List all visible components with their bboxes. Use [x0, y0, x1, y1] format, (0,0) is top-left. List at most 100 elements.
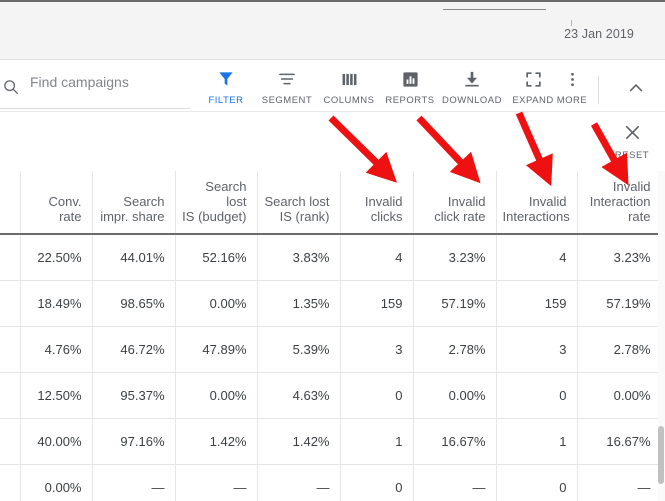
cell-clipped-column: 5 — [0, 418, 21, 465]
cell-invalid-clicks: 159 — [340, 280, 414, 327]
close-icon — [622, 125, 643, 147]
cell-invalid-clicks: 0 — [340, 372, 414, 419]
cell-clipped-column: 9 — [0, 280, 21, 327]
cell-invalid-interaction-rate: 57.19% — [577, 280, 662, 327]
chart-date-label: 23 Jan 2019 — [564, 27, 634, 41]
table-scrollbar-thumb[interactable] — [658, 426, 664, 484]
arrow-invalid-click-rate — [416, 115, 481, 184]
cell-invalid-interactions: 1 — [496, 418, 578, 465]
column-header-invalid-interaction-rate[interactable]: Invalid Interaction rate — [577, 171, 662, 235]
column-header-clipped[interactable]: v. — [0, 171, 21, 235]
cell-clipped-column: 2 — [0, 234, 21, 281]
column-header-search-lost-is-budget[interactable]: Search lost IS (budget) — [175, 171, 258, 235]
cell-clipped-text: 9 — [0, 296, 19, 311]
cell-invalid-interactions: 0 — [496, 372, 578, 419]
cell-invalid-clicks: 3 — [340, 326, 414, 373]
cell-invalid-clicks: 0 — [340, 464, 414, 501]
cell-invalid-interaction-rate: 0.00% — [577, 372, 662, 419]
cell-invalid-interaction-rate: 3.23% — [577, 234, 662, 281]
cell-invalid-interaction-rate: — — [577, 464, 662, 501]
cell-invalid-interactions: 159 — [496, 280, 578, 327]
cell-invalid-interaction-rate: 16.67% — [577, 418, 662, 465]
cell-conv-rate: 22.50% — [20, 234, 93, 281]
cell-search-impr-share: 46.72% — [92, 326, 176, 373]
cell-conv-rate: 0.00% — [20, 464, 93, 501]
toolbar-divider-bottom — [0, 111, 665, 112]
cell-search-lost-is-rank: 3.83% — [257, 234, 341, 281]
more-vert-icon — [546, 66, 598, 92]
campaigns-table-container[interactable]: v. Conv. rate Searchimpr. share Search l… — [0, 171, 665, 501]
table-row[interactable]: 540.00%97.16%1.42%1.42%116.67%116.67% — [0, 418, 662, 465]
more-button-label: MORE — [556, 95, 588, 106]
arrow-invalid-clicks — [328, 115, 397, 183]
cell-invalid-click-rate: 2.78% — [413, 326, 497, 373]
campaigns-table: v. Conv. rate Searchimpr. share Search l… — [0, 171, 662, 501]
cell-invalid-interaction-rate: 2.78% — [577, 326, 662, 373]
cell-search-lost-is-budget: — — [175, 464, 258, 501]
cell-search-impr-share: 97.16% — [92, 418, 176, 465]
column-header-conv-rate[interactable]: Conv. rate — [20, 171, 93, 235]
cell-search-impr-share: 98.65% — [92, 280, 176, 327]
cell-invalid-interactions: 0 — [496, 464, 578, 501]
cell-invalid-click-rate: 57.19% — [413, 280, 497, 327]
chart-axis-line — [443, 9, 546, 10]
cell-clipped-column: 0 — [0, 464, 21, 501]
arrow-invalid-interactions — [515, 111, 553, 187]
column-header-search-impr-share[interactable]: Search impr. share — [92, 171, 176, 235]
table-row[interactable]: 918.49%98.65%0.00%1.35%15957.19%15957.19… — [0, 280, 662, 327]
column-header-invalid-clicks[interactable]: Invalid clicks — [340, 171, 414, 235]
cell-clipped-text: 0 — [0, 480, 19, 495]
table-toolbar: FILTER SEGMENT — [0, 60, 665, 112]
cell-clipped-text: 5 — [0, 434, 19, 449]
search-underline — [0, 108, 190, 109]
cell-invalid-clicks: 1 — [340, 418, 414, 465]
cell-conv-rate: 12.50% — [20, 372, 93, 419]
cell-conv-rate: 40.00% — [20, 418, 93, 465]
table-vertical-scrollbar[interactable] — [658, 171, 665, 501]
reset-button[interactable]: RESET — [606, 122, 658, 161]
cell-search-lost-is-rank: 5.39% — [257, 326, 341, 373]
cell-invalid-interactions: 4 — [496, 234, 578, 281]
cell-invalid-click-rate: — — [413, 464, 497, 501]
cell-clipped-column: 1 — [0, 326, 21, 373]
cell-search-lost-is-rank: 1.42% — [257, 418, 341, 465]
toolbar-divider — [598, 76, 599, 104]
table-row[interactable]: 712.50%95.37%0.00%4.63%00.00%00.00% — [0, 372, 662, 419]
cell-invalid-interactions: 3 — [496, 326, 578, 373]
chart-summary-strip: 23 Jan 2019 — [0, 0, 665, 60]
cell-search-lost-is-budget: 0.00% — [175, 372, 258, 419]
cell-conv-rate: 18.49% — [20, 280, 93, 327]
column-header-search-lost-is-rank[interactable]: Search lost IS (rank) — [257, 171, 341, 235]
cell-invalid-clicks: 4 — [340, 234, 414, 281]
chart-axis-tick — [571, 20, 572, 26]
cell-clipped-text: 2 — [0, 250, 19, 265]
cell-search-lost-is-budget: 1.42% — [175, 418, 258, 465]
table-header-row: v. Conv. rate Searchimpr. share Search l… — [0, 171, 662, 235]
search-area[interactable] — [0, 70, 190, 104]
table-row[interactable]: 14.76%46.72%47.89%5.39%32.78%32.78% — [0, 326, 662, 373]
cell-invalid-click-rate: 16.67% — [413, 418, 497, 465]
cell-search-lost-is-rank: 4.63% — [257, 372, 341, 419]
collapse-panel-button[interactable] — [616, 76, 656, 104]
column-header-invalid-interactions[interactable]: Invalid Interactions — [496, 171, 578, 235]
table-total-row[interactable]: 00.00%———0—0— — [0, 464, 662, 501]
table-row[interactable]: 222.50%44.01%52.16%3.83%43.23%43.23% — [0, 234, 662, 281]
reset-button-label: RESET — [614, 150, 650, 161]
cell-conv-rate: 4.76% — [20, 326, 93, 373]
search-input[interactable] — [30, 74, 185, 90]
cell-search-lost-is-rank: 1.35% — [257, 280, 341, 327]
cell-search-impr-share: 44.01% — [92, 234, 176, 281]
cell-search-lost-is-budget: 47.89% — [175, 326, 258, 373]
chevron-up-icon — [626, 78, 646, 103]
search-icon — [2, 78, 20, 96]
table-body: 222.50%44.01%52.16%3.83%43.23%43.23%918.… — [0, 234, 662, 501]
cell-clipped-text: 1 — [0, 342, 19, 357]
cell-invalid-click-rate: 0.00% — [413, 372, 497, 419]
more-button[interactable]: MORE — [546, 66, 598, 112]
cell-search-impr-share: 95.37% — [92, 372, 176, 419]
cell-invalid-click-rate: 3.23% — [413, 234, 497, 281]
cell-search-lost-is-budget: 0.00% — [175, 280, 258, 327]
cell-search-lost-is-budget: 52.16% — [175, 234, 258, 281]
cell-search-impr-share: — — [92, 464, 176, 501]
column-header-invalid-click-rate[interactable]: Invalid click rate — [413, 171, 497, 235]
